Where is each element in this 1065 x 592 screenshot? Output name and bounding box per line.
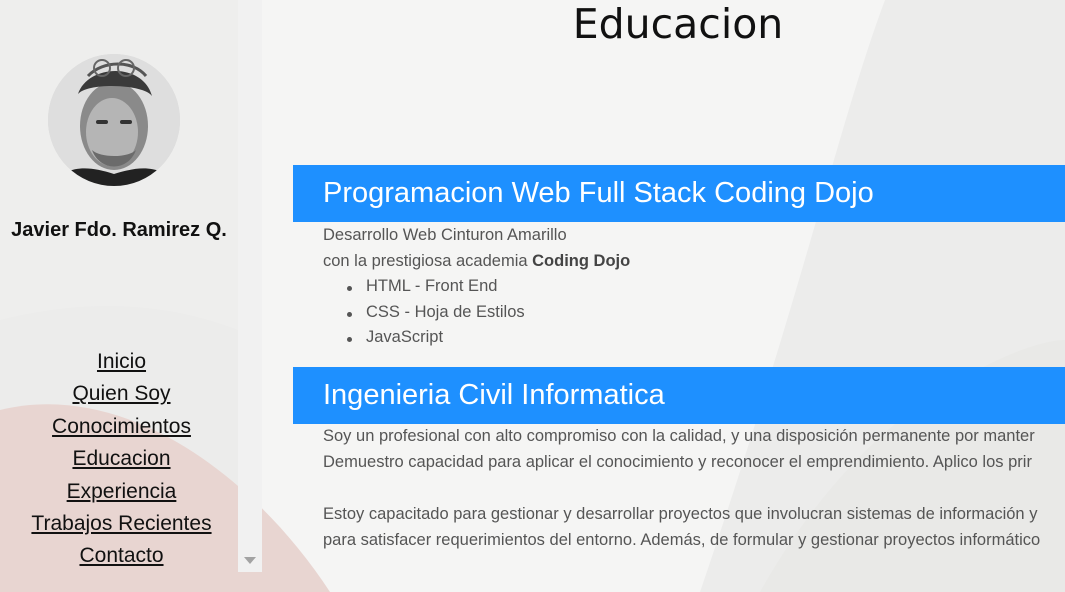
education-line-text: con la prestigiosa academia <box>323 252 533 270</box>
sidebar: Javier Fdo. Ramirez Q. Inicio Quien Soy … <box>0 0 238 592</box>
paragraph-line: Soy un profesional con alto compromiso c… <box>323 427 1035 445</box>
paragraph-line: Estoy capacitado para gestionar y desarr… <box>323 505 1038 523</box>
paragraph-line: Demuestro capacidad para aplicar el cono… <box>323 453 1032 471</box>
nav-link-educacion[interactable]: Educacion <box>0 443 243 475</box>
academy-name: Coding Dojo <box>532 252 631 270</box>
list-item: CSS - Hoja de Estilos <box>347 300 630 326</box>
education-heading-ingenieria: Ingenieria Civil Informatica <box>293 367 1065 424</box>
education-details-ingenieria: Soy un profesional con alto compromiso c… <box>323 423 1040 553</box>
nav-link-quien-soy[interactable]: Quien Soy <box>0 378 243 410</box>
sidebar-scrollbar[interactable] <box>238 0 262 572</box>
education-heading-coding-dojo: Programacion Web Full Stack Coding Dojo <box>293 165 1065 222</box>
nav-link-trabajos-recientes[interactable]: Trabajos Recientes <box>0 508 243 540</box>
education-line: Desarrollo Web Cinturon Amarillo <box>323 226 567 244</box>
avatar <box>48 54 180 186</box>
list-item: HTML - Front End <box>347 274 630 300</box>
nav-link-inicio[interactable]: Inicio <box>0 346 243 378</box>
main-nav: Inicio Quien Soy Conocimientos Educacion… <box>0 346 243 573</box>
nav-link-experiencia[interactable]: Experiencia <box>0 476 243 508</box>
nav-link-conocimientos[interactable]: Conocimientos <box>0 411 243 443</box>
list-item: JavaScript <box>347 325 630 351</box>
profile-photo-icon <box>48 54 180 186</box>
main-content: Educacion Programacion Web Full Stack Co… <box>262 0 1065 592</box>
nav-link-contacto[interactable]: Contacto <box>0 540 243 572</box>
scroll-down-icon[interactable] <box>244 557 256 564</box>
page-title: Educacion <box>572 0 784 48</box>
owner-name: Javier Fdo. Ramirez Q. <box>11 219 227 241</box>
education-details-coding-dojo: Desarrollo Web Cinturon Amarillo con la … <box>323 222 630 351</box>
paragraph-line: para satisfacer requerimientos del entor… <box>323 531 1041 549</box>
skills-list: HTML - Front End CSS - Hoja de Estilos J… <box>323 274 630 351</box>
education-line: con la prestigiosa academia Coding Dojo <box>323 248 630 274</box>
